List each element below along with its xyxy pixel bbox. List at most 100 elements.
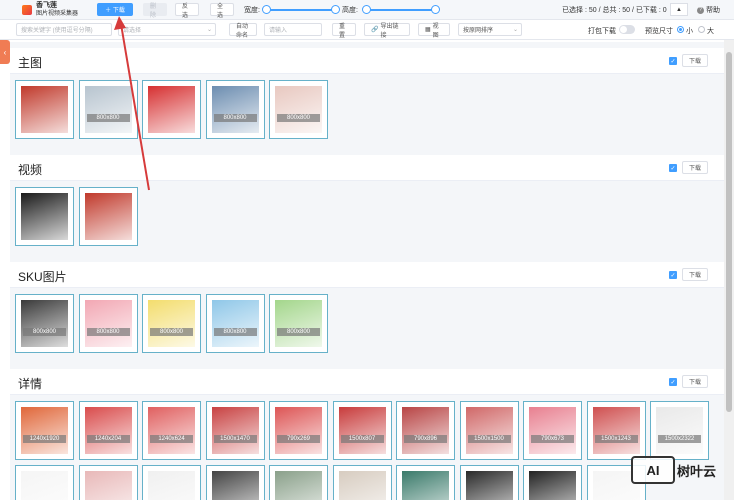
name-input[interactable]: 请输入 xyxy=(264,23,322,36)
watermark: AI 树叶云 xyxy=(631,456,716,484)
keyword-search-input[interactable]: 搜索关键字 (使用逗号分隔) xyxy=(16,23,112,36)
pack-download-toggle[interactable] xyxy=(619,25,635,34)
side-collapse-tab[interactable]: ‹ xyxy=(0,40,10,64)
thumbnail-image xyxy=(338,407,386,454)
grid-icon: ▦ xyxy=(425,27,431,33)
height-slider-track[interactable] xyxy=(366,9,436,11)
thumbnail-image xyxy=(148,407,195,454)
thumbnail-image xyxy=(211,86,259,133)
auto-name-button[interactable]: 自动命名 xyxy=(229,23,257,39)
media-thumbnail[interactable]: 800x800 xyxy=(78,80,138,139)
width-label: 宽度: xyxy=(244,7,260,14)
thumbnail-size-label: 800x800 xyxy=(86,114,130,122)
media-thumbnail[interactable]: 800x800 xyxy=(205,80,265,139)
thumbnail-image xyxy=(656,407,703,454)
media-thumbnail[interactable]: 1500x1500 xyxy=(459,401,519,460)
media-thumbnail[interactable]: 1500x2322 xyxy=(650,401,709,460)
invert-selection-button[interactable]: 反选 xyxy=(175,3,199,19)
media-thumbnail[interactable] xyxy=(78,187,138,246)
section-select-checkbox[interactable]: ✓ xyxy=(669,57,677,65)
media-thumbnail[interactable] xyxy=(15,80,74,139)
media-thumbnail[interactable] xyxy=(459,465,519,500)
sort-label: 按原网排序 xyxy=(463,28,494,34)
section-download-button[interactable]: 下载 xyxy=(682,161,708,174)
media-thumbnail[interactable] xyxy=(15,187,74,246)
media-thumbnail[interactable] xyxy=(269,465,328,500)
app-logo-icon xyxy=(22,4,32,15)
media-thumbnail[interactable] xyxy=(205,465,265,500)
thumbnail-image xyxy=(275,407,322,454)
section-download-button[interactable]: 下载 xyxy=(682,375,708,388)
media-thumbnail[interactable]: 1500x1243 xyxy=(586,401,646,460)
width-slider-track[interactable] xyxy=(266,9,336,11)
thumbnail-image xyxy=(21,86,68,133)
section-select-checkbox[interactable]: ✓ xyxy=(669,271,677,279)
media-thumbnail[interactable]: 800x800 xyxy=(142,294,201,353)
collapse-button[interactable]: ▲ xyxy=(670,3,688,16)
section-select-checkbox[interactable]: ✓ xyxy=(669,378,677,386)
export-links-button[interactable]: 🔗 导出链接 xyxy=(364,23,410,39)
media-thumbnail[interactable]: 1240x204 xyxy=(78,401,138,460)
section-title: 视频 xyxy=(18,163,43,177)
thumbnail-size-label: 1240x624 xyxy=(150,435,193,443)
media-thumbnail[interactable]: 790x673 xyxy=(523,401,582,460)
view-label: 视图 xyxy=(432,23,439,39)
view-button[interactable]: ▦ 视图 xyxy=(418,23,450,39)
section-download-button[interactable]: 下载 xyxy=(682,268,708,281)
chevron-down-icon: ⌄ xyxy=(206,27,212,33)
media-thumbnail[interactable] xyxy=(396,465,455,500)
media-thumbnail[interactable]: 800x800 xyxy=(205,294,265,353)
thumbnail-size-label: 1240x204 xyxy=(86,435,130,443)
thumbnail-size-label: 800x800 xyxy=(86,328,130,336)
media-thumbnail[interactable]: 1500x807 xyxy=(332,401,392,460)
height-slider-min-thumb[interactable] xyxy=(362,5,371,14)
height-slider-max-thumb[interactable] xyxy=(431,5,440,14)
media-thumbnail[interactable] xyxy=(142,80,201,139)
width-slider-max-thumb[interactable] xyxy=(331,5,340,14)
media-thumbnail[interactable] xyxy=(15,465,74,500)
thumbnail-size-label: 790x896 xyxy=(404,435,447,443)
thumbnail-image xyxy=(84,407,132,454)
thumbnail-image xyxy=(21,471,68,500)
media-thumbnail[interactable]: 1240x624 xyxy=(142,401,201,460)
media-thumbnail[interactable] xyxy=(142,465,201,500)
media-thumbnail[interactable]: 1500x1470 xyxy=(205,401,265,460)
type-select[interactable]: 请选择 ⌄ xyxy=(118,23,216,36)
media-thumbnail[interactable]: 790x896 xyxy=(396,401,455,460)
export-links-label: 导出链接 xyxy=(380,23,399,39)
section-header: 详情 ✓ 下载 xyxy=(10,369,724,395)
app-name-line1: 香飞莲 xyxy=(36,1,57,9)
select-all-button[interactable]: 全选 xyxy=(210,3,234,19)
media-thumbnail[interactable]: 1240x1920 xyxy=(15,401,74,460)
media-thumbnail[interactable] xyxy=(78,465,138,500)
media-thumbnail[interactable]: 800x800 xyxy=(78,294,138,353)
media-thumbnail[interactable]: 790x269 xyxy=(269,401,328,460)
media-thumbnail[interactable]: 800x800 xyxy=(15,294,74,353)
section-download-button[interactable]: 下载 xyxy=(682,54,708,67)
preview-large-radio[interactable] xyxy=(698,26,705,33)
width-slider-min-thumb[interactable] xyxy=(262,5,271,14)
delete-button[interactable]: 删除 xyxy=(143,3,167,19)
thumbnail-image xyxy=(84,86,132,133)
thumbnail-size-label: 800x800 xyxy=(277,328,320,336)
section-select-checkbox[interactable]: ✓ xyxy=(669,164,677,172)
thumbnail-size-label: 1500x1500 xyxy=(467,435,511,443)
media-thumbnail[interactable]: 800x800 xyxy=(269,294,328,353)
watermark-text: 树叶云 xyxy=(677,463,717,479)
media-thumbnail[interactable] xyxy=(523,465,582,500)
scrollbar-thumb[interactable] xyxy=(726,52,732,412)
help-button[interactable]: ? 帮助 xyxy=(697,5,720,15)
keyword-placeholder: 搜索关键字 (使用逗号分隔) xyxy=(21,28,93,34)
preview-large-label: 大 xyxy=(707,28,714,35)
scrollbar[interactable] xyxy=(724,40,734,500)
sort-select[interactable]: 按原网排序 ⌄ xyxy=(458,23,522,36)
thumbnail-image xyxy=(211,471,259,500)
thumbnail-image xyxy=(275,300,322,347)
reset-button[interactable]: 重置 xyxy=(332,23,356,39)
thumbnail-size-label: 800x800 xyxy=(277,114,320,122)
thumbnail-image xyxy=(275,471,322,500)
media-thumbnail[interactable] xyxy=(332,465,392,500)
media-thumbnail[interactable]: 800x800 xyxy=(269,80,328,139)
download-button[interactable]: ＋ 下载 xyxy=(97,3,133,16)
preview-small-radio[interactable] xyxy=(677,26,684,33)
